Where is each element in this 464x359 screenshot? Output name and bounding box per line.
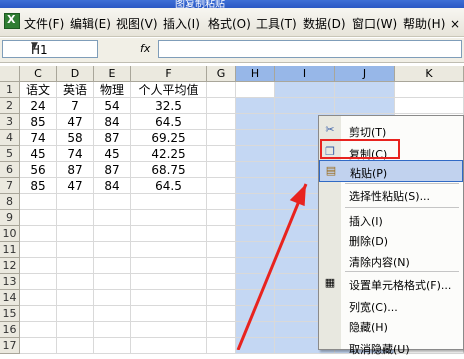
context-menu-item-5[interactable]: 删除(D): [319, 229, 463, 251]
context-menu-label: 剪切(T): [349, 126, 387, 139]
context-menu-item-8[interactable]: 列宽(C)...: [319, 295, 463, 317]
context-menu-item-3[interactable]: 选择性粘贴(S)...: [319, 184, 463, 206]
context-menu-item-6[interactable]: 清除内容(N): [319, 250, 463, 272]
context-menu-label: 删除(D): [349, 235, 389, 248]
context-menu-item-10[interactable]: 取消隐藏(U): [319, 337, 463, 359]
scissors-icon: ✂: [325, 123, 335, 136]
context-menu-item-4[interactable]: 插入(I): [319, 209, 463, 231]
menu-separator: [345, 183, 459, 184]
context-menu-item-9[interactable]: 隐藏(H): [319, 315, 463, 337]
format-cells-icon: ▦: [324, 276, 336, 289]
context-menu-label: 隐藏(H): [349, 321, 388, 334]
context-menu-item-2[interactable]: ▤ 粘贴(P): [319, 160, 463, 182]
context-menu-label: 插入(I): [349, 215, 383, 228]
context-menu-label: 设置单元格格式(F)...: [349, 279, 452, 292]
context-menu-label: 列宽(C)...: [349, 301, 398, 314]
context-menu-label: 粘贴(P): [350, 167, 388, 180]
annotation-highlight-box: [320, 139, 400, 159]
menu-separator: [345, 207, 459, 208]
menu-separator: [345, 271, 459, 272]
paste-icon: ▤: [325, 164, 337, 177]
context-menu-item-7[interactable]: ▦ 设置单元格格式(F)...: [319, 273, 463, 295]
context-menu-label: 选择性粘贴(S)...: [349, 190, 431, 203]
context-menu-label: 取消隐藏(U): [349, 343, 410, 356]
context-menu-label: 清除内容(N): [349, 256, 410, 269]
